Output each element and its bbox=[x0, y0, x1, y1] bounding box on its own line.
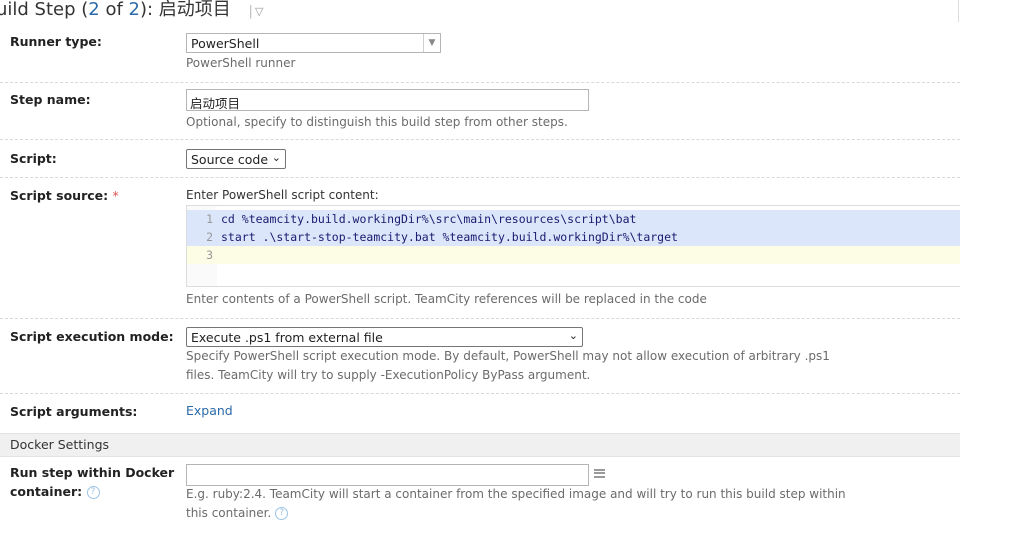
step-name-label: Step name: bbox=[10, 92, 91, 107]
script-arguments-row: Script arguments: Expand bbox=[0, 393, 960, 433]
execution-mode-label: Script execution mode: bbox=[10, 329, 174, 344]
runner-type-hint: PowerShell runner bbox=[186, 56, 296, 70]
expand-link[interactable]: Expand bbox=[186, 403, 233, 418]
script-source-hint: Enter contents of a PowerShell script. T… bbox=[186, 292, 707, 306]
code-line[interactable]: 2 start .\start-stop-teamcity.bat %teamc… bbox=[187, 228, 960, 246]
script-select-value: Source code bbox=[191, 152, 269, 167]
docker-section-title: Docker Settings bbox=[10, 437, 110, 452]
docker-settings-header: Docker Settings bbox=[0, 433, 960, 457]
title-step-number: 2 bbox=[88, 0, 100, 20]
step-name-row: Step name: 启动项目 Optional, specify to dis… bbox=[0, 82, 960, 140]
title-prefix: uild Step ( bbox=[0, 0, 89, 20]
script-source-label: Script source: * bbox=[10, 188, 119, 203]
script-row: Script: Source code ⌄ bbox=[0, 139, 960, 178]
list-picker-icon[interactable] bbox=[594, 469, 605, 478]
step-name-input[interactable]: 启动项目 bbox=[186, 89, 589, 111]
chevron-down-icon[interactable]: ▼ bbox=[423, 34, 440, 52]
title-step-name: ): 启动项目 bbox=[140, 0, 231, 20]
docker-hint-line2: this container. ? bbox=[186, 504, 289, 523]
step-name-value: 启动项目 bbox=[190, 96, 241, 111]
script-source-label-text: Script source: bbox=[10, 188, 109, 203]
execution-mode-hint-line1: Specify PowerShell script execution mode… bbox=[186, 349, 830, 363]
line-number: 3 bbox=[206, 248, 213, 262]
docker-image-input[interactable] bbox=[186, 464, 589, 486]
docker-hint-line2-text: this container. bbox=[186, 506, 272, 520]
execution-mode-value: Execute .ps1 from external file bbox=[191, 330, 383, 345]
execution-mode-hint-line2: files. TeamCity will try to supply -Exec… bbox=[186, 368, 591, 382]
runner-type-combobox[interactable]: PowerShell ▼ bbox=[186, 33, 441, 53]
execution-mode-row: Script execution mode: Execute .ps1 from… bbox=[0, 318, 960, 394]
step-name-hint: Optional, specify to distinguish this bu… bbox=[186, 115, 568, 129]
docker-container-label-text: container: bbox=[10, 484, 83, 499]
script-arguments-label: Script arguments: bbox=[10, 404, 138, 419]
panel-border bbox=[958, 0, 959, 22]
chevron-down-icon: ▽ bbox=[254, 5, 264, 18]
code-line[interactable]: 1 cd %teamcity.build.workingDir%\src\mai… bbox=[187, 210, 960, 228]
docker-container-row: Run step within Docker container: ? E.g.… bbox=[0, 456, 960, 538]
page-title: uild Step (2 of 2): 启动项目 | ▽ bbox=[0, 0, 263, 21]
line-number: 2 bbox=[206, 230, 213, 244]
chevron-down-icon: ⌄ bbox=[568, 329, 578, 342]
docker-container-label-line2: container: ? bbox=[10, 484, 100, 499]
title-total-number: 2 bbox=[128, 0, 140, 20]
title-of: of bbox=[99, 0, 129, 20]
line-number: 1 bbox=[206, 212, 213, 226]
code-text: cd %teamcity.build.workingDir%\src\main\… bbox=[221, 212, 637, 226]
required-mark: * bbox=[112, 188, 119, 203]
help-icon[interactable]: ? bbox=[275, 507, 289, 520]
menu-separator: | bbox=[248, 4, 253, 19]
docker-hint-line1: E.g. ruby:2.4. TeamCity will start a con… bbox=[186, 487, 846, 501]
code-line[interactable]: 3 bbox=[187, 246, 960, 264]
runner-type-row: Runner type: PowerShell ▼ PowerShell run… bbox=[0, 22, 960, 83]
execution-mode-select[interactable]: Execute .ps1 from external file ⌄ bbox=[186, 327, 583, 347]
step-menu-toggle[interactable]: | ▽ bbox=[248, 4, 264, 19]
runner-type-label: Runner type: bbox=[10, 34, 102, 49]
script-label: Script: bbox=[10, 151, 57, 166]
code-editor[interactable]: 1 cd %teamcity.build.workingDir%\src\mai… bbox=[186, 205, 960, 287]
code-text: start .\start-stop-teamcity.bat %teamcit… bbox=[221, 230, 678, 244]
chevron-down-icon: ⌄ bbox=[271, 151, 281, 164]
runner-type-value: PowerShell bbox=[191, 36, 260, 51]
docker-container-label-line1: Run step within Docker bbox=[10, 465, 175, 480]
help-icon[interactable]: ? bbox=[86, 486, 100, 499]
script-select[interactable]: Source code ⌄ bbox=[186, 149, 286, 169]
script-source-intro: Enter PowerShell script content: bbox=[186, 188, 379, 202]
